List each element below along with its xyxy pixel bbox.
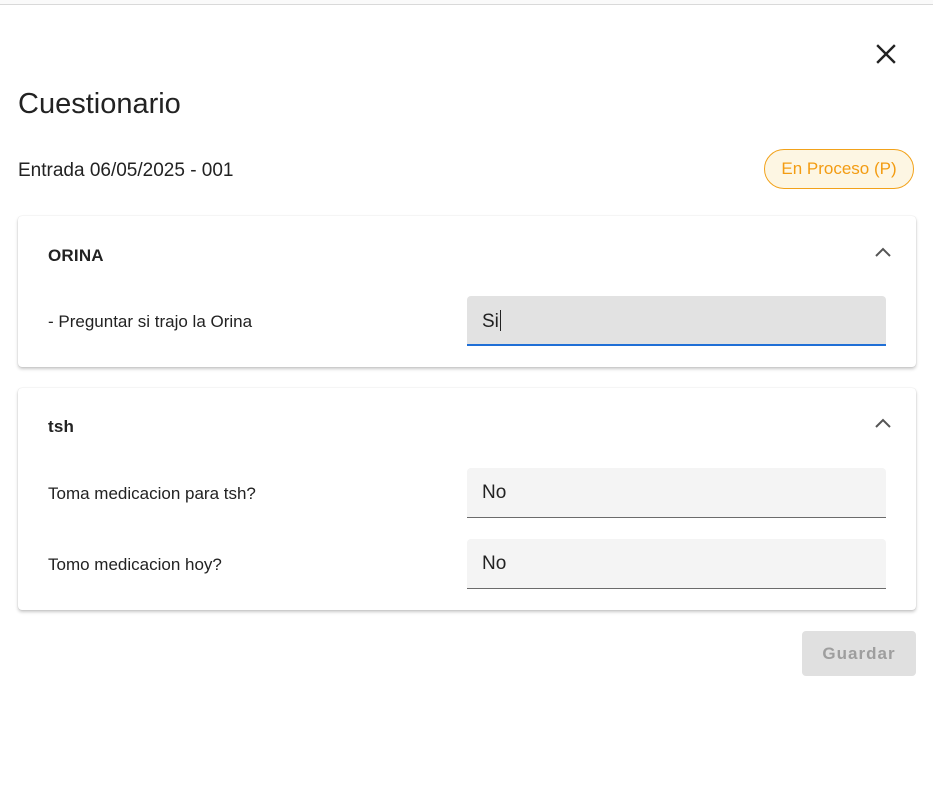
close-icon [876,44,896,64]
text-caret [499,310,501,331]
status-badge: En Proceso (P) [764,149,914,189]
save-button[interactable]: Guardar [802,631,916,676]
answer-value[interactable]: No [482,553,506,575]
close-button[interactable] [871,39,901,69]
section-title: tsh [48,417,75,436]
answer-value[interactable]: No [482,482,506,504]
section-panel-tsh: tsh Toma medicacion para tsh? No Tomo me… [18,388,916,610]
answer-value[interactable]: Si [482,310,501,333]
section-panel-orina: ORINA - Preguntar si trajo la Orina Si [18,216,916,367]
chevron-up-icon[interactable] [874,246,892,258]
section-header-tsh[interactable]: tsh [48,388,916,468]
entry-label: Entrada 06/05/2025 - 001 [18,160,234,181]
chevron-up-icon[interactable] [874,417,892,429]
dialog-title: Cuestionario [18,88,181,120]
question-label: Tomo medicacion hoy? [48,555,222,574]
question-label: - Preguntar si trajo la Orina [48,312,253,331]
section-title: ORINA [48,246,104,265]
top-divider [0,0,933,5]
question-label: Toma medicacion para tsh? [48,484,256,503]
answer-field[interactable]: No [467,468,886,518]
answer-field[interactable]: No [467,539,886,589]
answer-field[interactable]: Si [467,296,886,346]
section-header-orina[interactable]: ORINA [48,216,916,296]
